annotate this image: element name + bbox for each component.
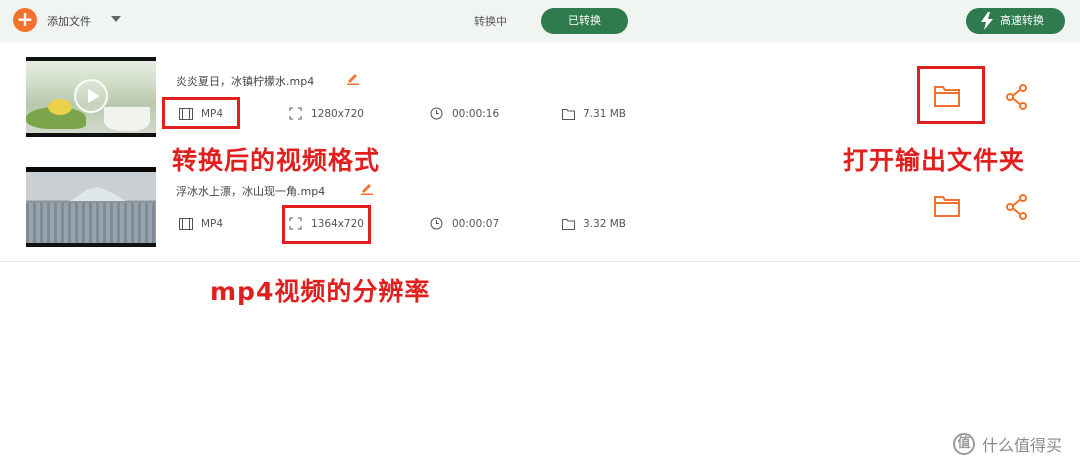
folder-small-icon (562, 109, 575, 120)
play-icon[interactable] (74, 79, 108, 113)
film-icon (179, 218, 193, 230)
resolution-highlight-box (282, 205, 371, 244)
lightning-icon (981, 12, 993, 30)
chevron-down-icon[interactable] (111, 16, 121, 22)
list-divider (0, 261, 1080, 262)
resolution-value: 1280x720 (311, 108, 364, 120)
format-annotation: 转换后的视频格式 (172, 146, 381, 175)
watermark-logo-icon: 值 (953, 433, 975, 455)
format-highlight-box (162, 97, 240, 129)
tab-converting[interactable]: 转换中 (474, 13, 507, 29)
format-value: MP4 (201, 218, 224, 230)
tab-converted[interactable]: 已转换 (541, 8, 628, 34)
clock-icon (430, 217, 443, 230)
size-value: 7.31 MB (583, 108, 626, 120)
video-thumbnail[interactable] (26, 57, 156, 137)
edit-icon[interactable] (360, 181, 374, 195)
duration-value: 00:00:16 (452, 108, 500, 120)
clock-icon (430, 107, 443, 120)
add-file-button[interactable]: 添加文件 (47, 13, 91, 29)
toolbar: + 添加文件 转换中 已转换 高速转换 (0, 0, 1080, 42)
edit-icon[interactable] (346, 71, 360, 85)
folder-highlight-box (917, 66, 985, 124)
duration-value: 00:00:07 (452, 218, 500, 230)
resolution-annotation: mp4视频的分辨率 (210, 277, 431, 306)
folder-annotation: 打开输出文件夹 (843, 146, 1026, 175)
fast-convert-button[interactable]: 高速转换 (966, 8, 1065, 34)
size-value: 3.32 MB (583, 218, 626, 230)
fast-convert-label: 高速转换 (1000, 14, 1044, 27)
add-file-plus-icon[interactable]: + (13, 8, 37, 32)
folder-small-icon (562, 219, 575, 230)
resolution-icon (289, 107, 302, 120)
video-thumbnail[interactable] (26, 167, 156, 247)
file-name: 浮冰水上漂，冰山现一角.mp4 (176, 185, 326, 198)
file-name: 炎炎夏日，冰镇柠檬水.mp4 (176, 75, 315, 88)
watermark-text: 什么值得买 (982, 436, 1063, 455)
share-icon[interactable] (1005, 194, 1029, 220)
share-icon[interactable] (1005, 84, 1029, 110)
open-folder-icon[interactable] (934, 195, 960, 217)
